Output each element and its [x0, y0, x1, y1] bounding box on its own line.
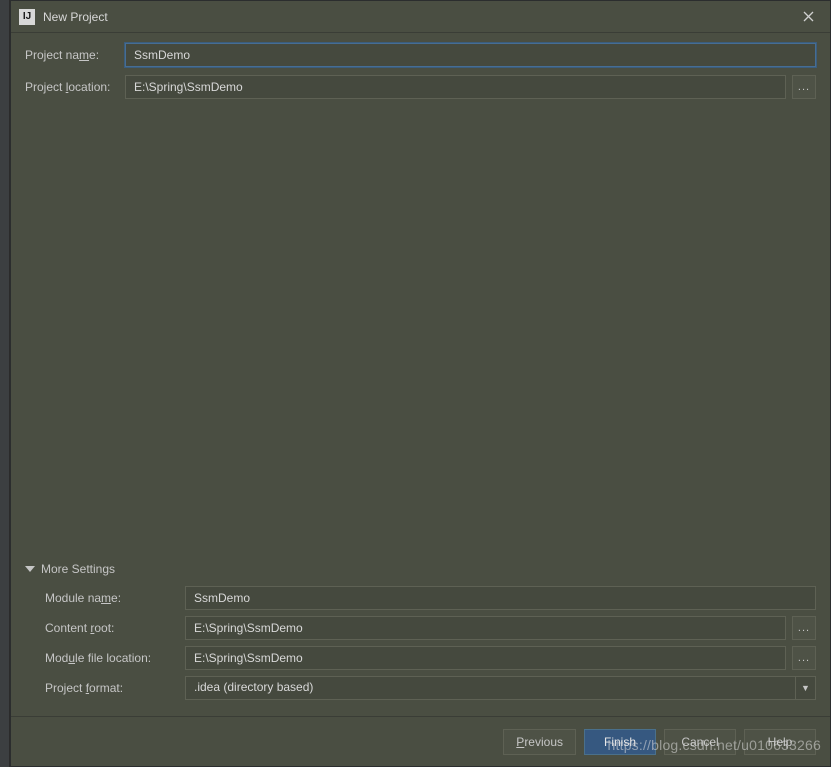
- cancel-button[interactable]: Cancel: [664, 729, 736, 755]
- project-format-select[interactable]: .idea (directory based) ▼: [185, 676, 816, 700]
- app-icon: IJ: [19, 9, 35, 25]
- button-bar: Previous Finish Cancel Help: [11, 716, 830, 766]
- project-location-label: Project location:: [25, 80, 125, 94]
- module-name-row: Module name:: [45, 586, 816, 610]
- module-name-label: Module name:: [45, 591, 185, 605]
- new-project-dialog: IJ New Project Project name: Project loc…: [10, 0, 831, 767]
- dropdown-arrow-icon: ▼: [795, 677, 815, 699]
- more-settings-panel: Module name: Content root: ... Module fi…: [25, 586, 816, 706]
- finish-button[interactable]: Finish: [584, 729, 656, 755]
- project-location-input[interactable]: [125, 75, 786, 99]
- project-format-label: Project format:: [45, 681, 185, 695]
- close-icon[interactable]: [794, 3, 822, 31]
- project-name-label: Project name:: [25, 48, 125, 62]
- more-settings-toggle[interactable]: More Settings: [25, 562, 816, 576]
- titlebar: IJ New Project: [11, 1, 830, 33]
- content-spacer: [25, 107, 816, 562]
- dialog-title: New Project: [43, 10, 794, 24]
- previous-button[interactable]: Previous: [503, 729, 576, 755]
- previous-button-rest: revious: [524, 735, 563, 749]
- content-root-input[interactable]: [185, 616, 786, 640]
- help-button[interactable]: Help: [744, 729, 816, 755]
- content-root-label: Content root:: [45, 621, 185, 635]
- background-sliver: [0, 0, 10, 767]
- project-name-row: Project name:: [25, 43, 816, 67]
- project-format-value: .idea (directory based): [186, 677, 795, 699]
- chevron-down-icon: [25, 566, 35, 572]
- module-name-input[interactable]: [185, 586, 816, 610]
- project-format-row: Project format: .idea (directory based) …: [45, 676, 816, 700]
- browse-location-button[interactable]: ...: [792, 75, 816, 99]
- project-name-input[interactable]: [125, 43, 816, 67]
- content-root-row: Content root: ...: [45, 616, 816, 640]
- module-file-location-label: Module file location:: [45, 651, 185, 665]
- more-settings-label: More Settings: [41, 562, 115, 576]
- module-file-location-row: Module file location: ...: [45, 646, 816, 670]
- dialog-content: Project name: Project location: ... More…: [11, 33, 830, 716]
- browse-module-file-button[interactable]: ...: [792, 646, 816, 670]
- module-file-location-input[interactable]: [185, 646, 786, 670]
- browse-content-root-button[interactable]: ...: [792, 616, 816, 640]
- project-location-row: Project location: ...: [25, 75, 816, 99]
